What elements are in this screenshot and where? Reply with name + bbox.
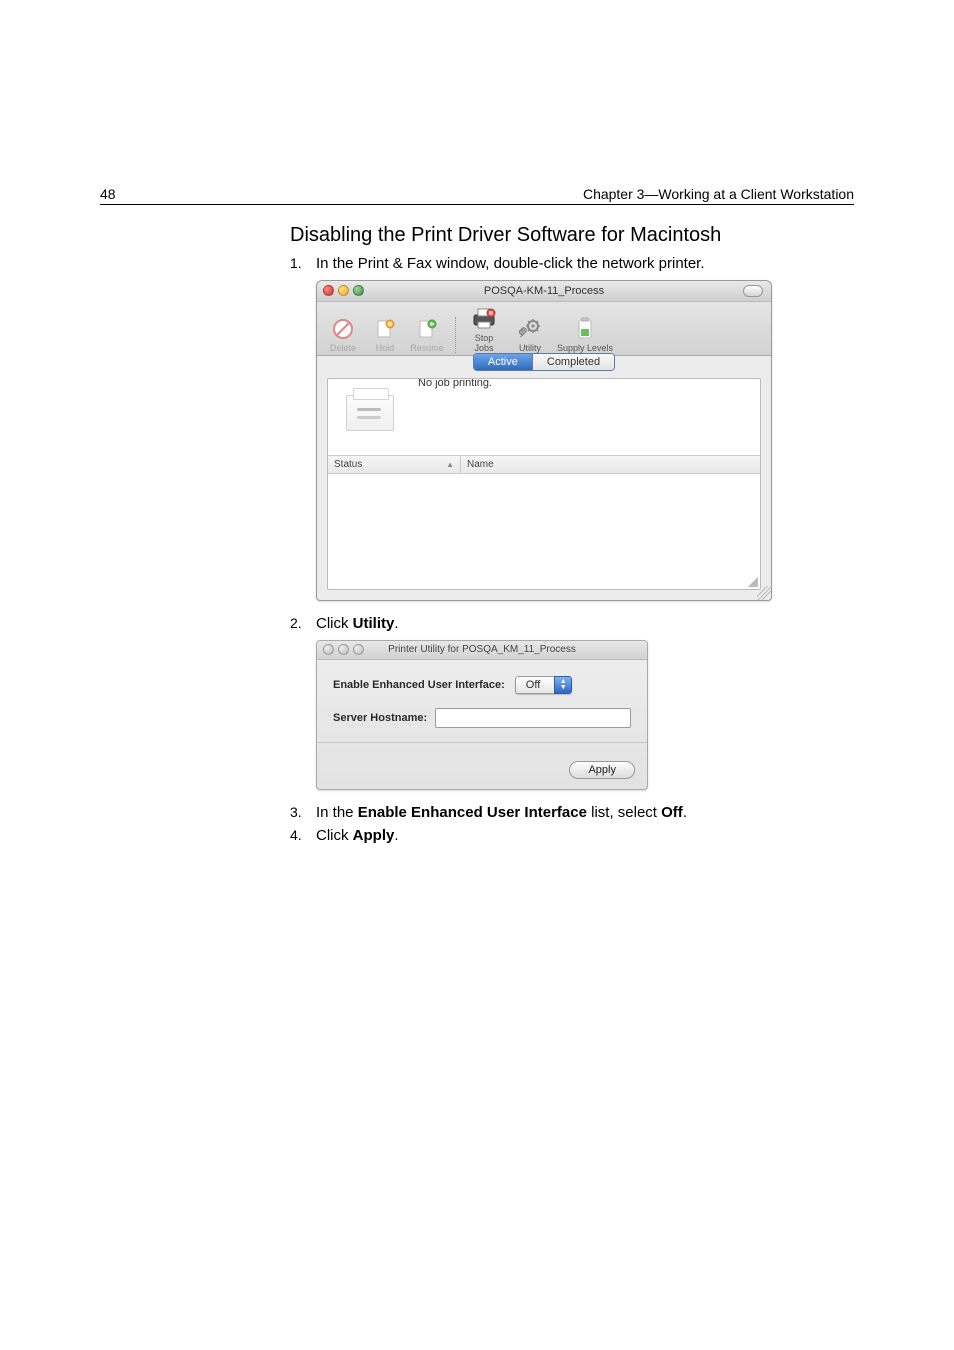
tab-completed[interactable]: Completed [533,354,614,370]
supply-levels-icon [574,317,596,341]
wrench-gear-icon [518,317,542,341]
enable-interface-select[interactable]: Off ▲▼ [515,676,572,694]
column-name[interactable]: Name [461,456,760,473]
toolbar-toggle-pill[interactable] [743,285,763,297]
separator [317,742,647,743]
close-icon[interactable] [323,644,334,655]
toolbar-label: Utility [519,343,541,353]
resize-handle[interactable] [757,586,771,600]
minimize-icon[interactable] [338,644,349,655]
toolbar-label: Delete [330,343,356,353]
supply-levels-button[interactable]: Supply Levels [556,316,614,353]
window-titlebar: Printer Utility for POSQA_KM_11_Process [317,641,647,660]
hold-button: Hold [365,316,405,353]
job-list: Status ▲ Name [328,455,760,558]
toolbar-label: Hold [376,343,395,353]
select-arrows-icon: ▲▼ [554,676,572,694]
printer-utility-window: Printer Utility for POSQA_KM_11_Process … [316,640,648,790]
window-titlebar: POSQA-KM-11_Process [317,281,771,302]
job-list-area[interactable] [328,474,760,558]
toolbar-divider [455,317,456,353]
resume-button: Resume [407,316,447,353]
step-number: 3. [290,804,316,820]
step-text: In the Enable Enhanced User Interface li… [316,804,854,821]
toolbar-label: Resume [410,343,444,353]
column-status[interactable]: Status ▲ [328,456,461,473]
step-number: 2. [290,615,316,631]
utility-button[interactable]: Utility [510,316,550,353]
select-value: Off [515,676,554,694]
document-pause-icon [374,318,396,340]
column-label: Status [334,459,362,470]
document-play-icon [416,318,438,340]
close-icon[interactable] [323,285,334,296]
toolbar: Delete Hold [317,302,771,356]
step-text: In the Print & Fax window, double-click … [316,255,854,272]
tab-active[interactable]: Active [474,354,533,370]
server-hostname-label: Server Hostname: [333,712,427,724]
page-number: 48 [100,186,116,202]
step-1: 1. In the Print & Fax window, double-cli… [290,255,854,272]
header-rule [100,204,854,205]
sort-asc-icon: ▲ [446,460,454,469]
step-text: Click Utility. [316,615,854,632]
queue-tabs[interactable]: Active Completed [473,353,615,371]
section-title: Disabling the Print Driver Software for … [290,224,854,247]
toolbar-label: Stop Jobs [474,333,493,353]
printer-icon [346,395,394,431]
stop-jobs-button[interactable]: Stop Jobs [464,306,504,353]
apply-button[interactable]: Apply [569,761,635,779]
step-text: Click Apply. [316,827,854,844]
enable-interface-label: Enable Enhanced User Interface: [333,679,505,691]
window-title: Printer Utility for POSQA_KM_11_Process [388,644,576,655]
window-title: POSQA-KM-11_Process [484,285,604,297]
toolbar-label: Supply Levels [557,343,613,353]
step-number: 1. [290,255,316,271]
step-4: 4. Click Apply. [290,827,854,844]
step-number: 4. [290,827,316,843]
printer-queue-window: POSQA-KM-11_Process Delete [316,280,772,601]
minimize-icon[interactable] [338,285,349,296]
no-job-label: No job printing. [418,378,760,389]
step-2: 2. Click Utility. [290,615,854,632]
server-hostname-row: Server Hostname: [333,708,631,728]
traffic-lights[interactable] [323,644,364,655]
delete-button: Delete [323,316,363,353]
zoom-icon[interactable] [353,285,364,296]
printer-stop-icon [471,307,497,331]
chapter-title: Chapter 3—Working at a Client Workstatio… [583,186,854,202]
traffic-lights[interactable] [323,285,364,296]
no-entry-icon [332,318,354,340]
enable-interface-row: Enable Enhanced User Interface: Off ▲▼ [333,676,631,694]
step-3: 3. In the Enable Enhanced User Interface… [290,804,854,821]
zoom-icon[interactable] [353,644,364,655]
server-hostname-input[interactable] [435,708,631,728]
